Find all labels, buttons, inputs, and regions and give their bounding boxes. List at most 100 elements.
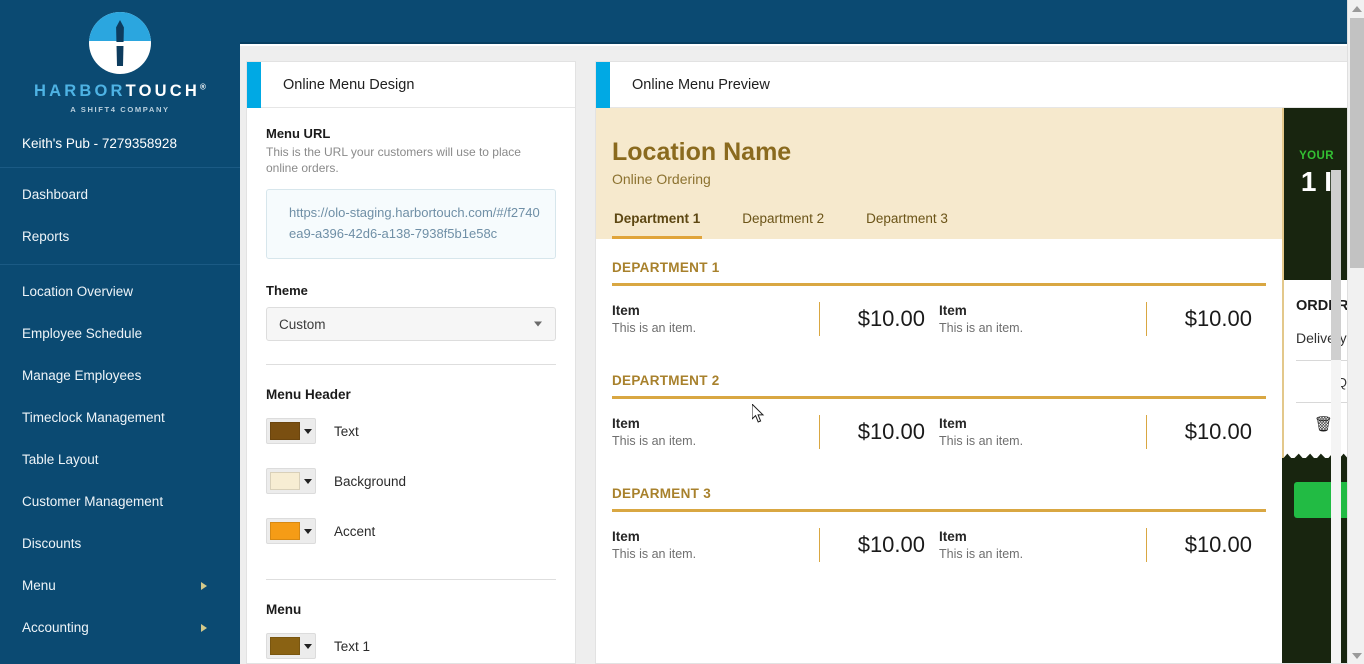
sidebar-item-dashboard[interactable]: Dashboard <box>0 174 240 216</box>
color-picker-header-accent[interactable] <box>266 518 316 544</box>
menu-item-price: $10.00 <box>1146 527 1266 562</box>
department-items: Item This is an item. $10.00 Item This i… <box>612 286 1266 352</box>
preview-store-header: Location Name Online Ordering Department… <box>596 108 1282 239</box>
sidebar-item-online-ordering[interactable]: Online Ordering <box>0 649 240 664</box>
department-title: DEPARTMENT 2 <box>612 372 720 388</box>
color-picker-header-background[interactable] <box>266 468 316 494</box>
swatch-label: Accent <box>334 523 376 539</box>
divider-menu-header <box>266 579 556 580</box>
order-rail-your-label: YOUR <box>1299 150 1334 162</box>
tab-department-1[interactable]: Department 1 <box>612 205 703 239</box>
department-section: DEPARMENT 3 Item This is an item. $10.00 <box>612 465 1266 578</box>
sidebar-item-manage-employees[interactable]: Manage Employees <box>0 355 240 397</box>
menu-item[interactable]: Item This is an item. $10.00 <box>612 512 939 578</box>
preview-location-name: Location Name <box>612 138 792 166</box>
menu-header-section-title: Menu Header <box>266 387 351 402</box>
sidebar-item-label: Accounting <box>22 620 89 635</box>
preview-department-tabs: Department 1 Department 2 Department 3 <box>612 205 1266 239</box>
menu-item-desc: This is an item. <box>612 546 697 561</box>
sidebar-item-location-overview[interactable]: Location Overview <box>0 271 240 313</box>
sidebar-item-discounts[interactable]: Discounts <box>0 523 240 565</box>
sidebar-item-label: Menu <box>22 578 56 593</box>
theme-label: Theme <box>266 283 308 298</box>
swatch-label: Text <box>334 423 359 439</box>
menu-item[interactable]: Item This is an item. $10.00 <box>939 512 1266 578</box>
sidebar-item-reports[interactable]: Reports <box>0 216 240 258</box>
color-chip <box>270 637 300 655</box>
online-menu-design-panel: Online Menu Design Menu URL This is the … <box>246 61 576 664</box>
preview-scrollbar[interactable] <box>1331 170 1341 663</box>
menu-item-name: Item <box>939 415 967 431</box>
sidebar: HARBORTOUCH® A SHIFT4 COMPANY Keith's Pu… <box>0 0 240 664</box>
menu-section-title: Menu <box>266 602 302 617</box>
sidebar-item-timeclock-management[interactable]: Timeclock Management <box>0 397 240 439</box>
sidebar-item-label: Discounts <box>22 536 82 551</box>
panel-accent-tab <box>596 62 610 108</box>
brand-logo[interactable]: HARBORTOUCH® A SHIFT4 COMPANY <box>0 0 240 114</box>
chevron-right-icon <box>201 581 207 590</box>
scroll-up-button[interactable] <box>1348 0 1364 17</box>
menu-item-desc: This is an item. <box>939 433 1024 448</box>
sidebar-item-label: Employee Schedule <box>22 326 143 341</box>
color-chip <box>270 522 300 540</box>
theme-select[interactable]: Custom <box>266 307 556 341</box>
color-chip <box>270 422 300 440</box>
preview-menu-list: DEPARTMENT 1 Item This is an item. $10.0… <box>596 238 1282 578</box>
sidebar-item-table-layout[interactable]: Table Layout <box>0 439 240 481</box>
panel-accent-tab <box>247 62 261 108</box>
swatch-row-header-accent: Accent <box>266 506 556 556</box>
chevron-down-icon <box>304 528 312 534</box>
sidebar-item-employee-schedule[interactable]: Employee Schedule <box>0 313 240 355</box>
online-menu-preview-panel: Online Menu Preview Location Name Online… <box>595 61 1348 664</box>
color-picker-menu-text1[interactable] <box>266 633 316 659</box>
menu-item-price: $10.00 <box>1146 414 1266 449</box>
menu-item-price: $10.00 <box>819 527 939 562</box>
menu-item-desc: This is an item. <box>612 433 697 448</box>
tab-department-2[interactable]: Department 2 <box>740 205 826 239</box>
menu-item[interactable]: Item This is an item. $10.00 <box>612 286 939 352</box>
chevron-down-icon <box>1351 652 1362 659</box>
wordmark-touch: TOUCH <box>125 82 201 100</box>
department-title: DEPARMENT 3 <box>612 485 712 501</box>
sidebar-item-menu[interactable]: Menu <box>0 565 240 607</box>
color-picker-header-text[interactable] <box>266 418 316 444</box>
sidebar-item-label: Timeclock Management <box>22 410 165 425</box>
divider-theme <box>266 364 556 365</box>
department-section: DEPARTMENT 2 Item This is an item. $10.0… <box>612 352 1266 465</box>
menu-item-price: $10.00 <box>1146 301 1266 336</box>
nav-group-primary: Dashboard Reports <box>0 168 240 264</box>
chevron-down-icon <box>304 478 312 484</box>
chevron-right-icon <box>201 623 207 632</box>
swatch-row-header-background: Background <box>266 456 556 506</box>
menu-url-value[interactable]: https://olo-staging.harbortouch.com/#/f2… <box>266 189 556 259</box>
menu-item-price: $10.00 <box>819 414 939 449</box>
preview-scrollbar-thumb[interactable] <box>1331 170 1341 360</box>
preview-menu-column: Location Name Online Ordering Department… <box>596 108 1282 663</box>
sidebar-item-label: Table Layout <box>22 452 99 467</box>
top-bar <box>240 0 1364 44</box>
menu-item-name: Item <box>612 302 640 318</box>
department-section: DEPARTMENT 1 Item This is an item. $10.0… <box>612 239 1266 352</box>
menu-item[interactable]: Item This is an item. $10.00 <box>939 399 1266 465</box>
sidebar-item-customer-management[interactable]: Customer Management <box>0 481 240 523</box>
menu-url-help: This is the URL your customers will use … <box>266 145 521 175</box>
menu-item[interactable]: Item This is an item. $10.00 <box>939 286 1266 352</box>
tab-department-3[interactable]: Department 3 <box>864 205 950 239</box>
menu-url-label: Menu URL <box>266 126 331 141</box>
swatch-row-menu-text1: Text 1 <box>266 621 556 663</box>
design-panel-header: Online Menu Design <box>247 62 575 108</box>
department-title: DEPARTMENT 1 <box>612 259 720 275</box>
color-chip <box>270 472 300 490</box>
sidebar-item-label: Location Overview <box>22 284 134 299</box>
nav-group-secondary: Location Overview Employee Schedule Mana… <box>0 265 240 664</box>
menu-item-desc: This is an item. <box>939 320 1024 335</box>
menu-item[interactable]: Item This is an item. $10.00 <box>612 399 939 465</box>
menu-item-name: Item <box>939 302 967 318</box>
brand-wordmark: HARBORTOUCH® <box>0 83 240 100</box>
chevron-up-icon <box>1351 5 1362 12</box>
sidebar-item-accounting[interactable]: Accounting <box>0 607 240 649</box>
page-scrollbar-thumb[interactable] <box>1350 18 1364 268</box>
scroll-down-button[interactable] <box>1348 647 1364 664</box>
page-scrollbar[interactable] <box>1347 0 1364 664</box>
design-panel-body: Menu URL This is the URL your customers … <box>247 108 575 663</box>
